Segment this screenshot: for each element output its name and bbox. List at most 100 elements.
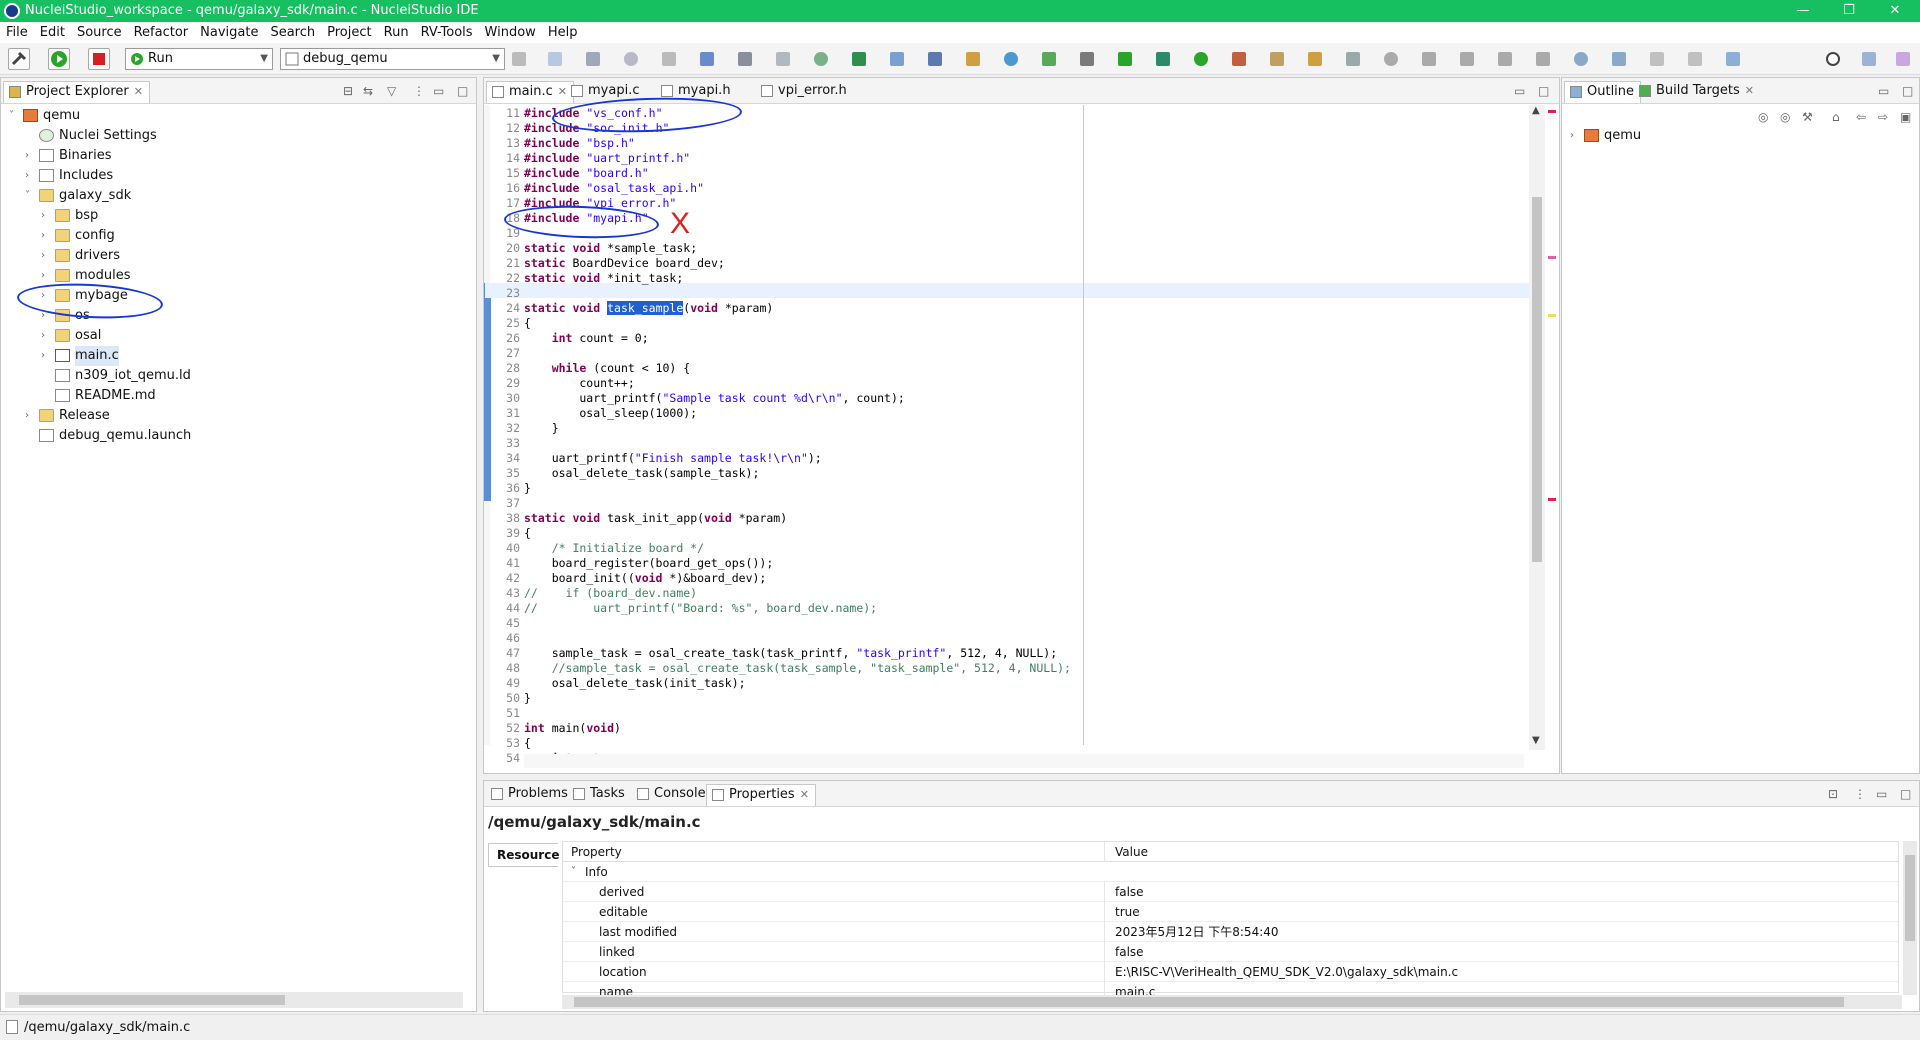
expand-chevron-icon[interactable]: › [41,206,51,226]
chevron-down-icon[interactable]: ▼ [1532,735,1540,746]
expand-chevron-icon[interactable]: › [25,166,35,186]
code-line[interactable]: board_init((void *)&board_dev); [524,571,1071,586]
close-icon[interactable]: ✕ [134,85,143,98]
view-menu-icon[interactable]: ⋮ [1854,787,1866,801]
code-line[interactable] [524,616,1071,631]
home-icon[interactable]: ⌂ [1832,110,1840,124]
code-line[interactable]: static void task_sample(void *param) [524,301,1071,316]
expand-chevron-icon[interactable]: › [25,146,35,166]
pilcrow-icon[interactable] [1460,52,1474,66]
new-file-icon[interactable] [1004,52,1018,66]
debug-icon[interactable] [1080,52,1094,66]
properties-icon[interactable] [738,52,752,66]
menu-item-help[interactable]: Help [542,22,584,40]
minimize-button[interactable]: — [1780,0,1826,22]
open-perspective-icon[interactable] [1862,52,1876,66]
project-filter-icon[interactable]: ▣ [1900,110,1911,124]
new-project-icon[interactable] [928,52,942,66]
code-line[interactable] [524,436,1071,451]
code-line[interactable] [524,496,1071,511]
minimize-view-icon[interactable]: ▭ [1514,84,1525,98]
c-perspective-icon[interactable] [1896,52,1910,66]
launch-config-select[interactable]: debug_qemu ▼ [280,48,505,70]
pin-view-icon[interactable]: ⊡ [1828,787,1838,801]
menu-item-search[interactable]: Search [264,22,321,40]
property-row[interactable]: last modified 2023年5月12日 下午8:54:40 [563,922,1898,942]
maximize-view-icon[interactable]: □ [1902,84,1913,98]
new-icon[interactable] [548,52,562,66]
code-line[interactable]: osal_delete_task(sample_task); [524,466,1071,481]
code-line[interactable]: static void *sample_task; [524,241,1071,256]
tab-vpi-error-h[interactable]: vpi_error.h [756,81,853,103]
maximize-view-icon[interactable]: □ [1538,84,1549,98]
stop-button[interactable] [88,48,110,70]
mark-occurrences-icon[interactable] [1346,52,1360,66]
close-icon[interactable]: ✕ [800,788,809,801]
column-header-property[interactable]: Property [563,842,1105,862]
coverage-icon[interactable] [1156,52,1170,66]
editor-h-scrollbar[interactable] [524,754,1524,768]
prev-edit-icon[interactable] [1574,52,1588,66]
open-type-icon[interactable] [1232,52,1246,66]
expand-chevron-icon[interactable]: ˅ [571,862,576,882]
toggle-icon[interactable] [1422,52,1436,66]
new-class-icon[interactable] [966,52,980,66]
tab-console[interactable]: Console [632,784,712,806]
menu-item-navigate[interactable]: Navigate [194,22,264,40]
code-line[interactable]: int main(void) [524,721,1071,736]
back-arrow-icon[interactable]: ⇦ [1856,110,1866,124]
new-target-icon[interactable]: ◎ [1758,110,1768,124]
code-line[interactable]: while (count < 10) { [524,361,1071,376]
forward-arrow-icon[interactable]: ⇨ [1878,110,1888,124]
code-line[interactable]: static BoardDevice board_dev; [524,256,1071,271]
collapse-chevron-icon[interactable]: ˅ [9,106,19,126]
property-row[interactable]: linked false [563,942,1898,962]
menu-item-source[interactable]: Source [71,22,128,40]
next-annotation-icon[interactable] [1498,52,1512,66]
close-window-button[interactable]: ✕ [1872,0,1918,22]
menu-item-project[interactable]: Project [321,22,377,40]
menu-item-edit[interactable]: Edit [34,22,71,40]
code-line[interactable]: uart_printf("Sample task count %d\r\n", … [524,391,1071,406]
explorer-h-scroll-thumb[interactable] [19,995,285,1005]
properties-v-scroll-thumb[interactable] [1905,855,1915,941]
explorer-h-scrollbar[interactable] [5,992,463,1008]
expand-chevron-icon[interactable]: › [41,346,51,366]
code-line[interactable]: /* Initialize board */ [524,541,1071,556]
forward-arrow-icon[interactable] [1688,52,1702,66]
code-line[interactable]: } [524,481,1071,496]
grid-group-row[interactable]: ˅ Info [563,862,1898,882]
code-line[interactable]: { [524,736,1071,751]
gear-icon[interactable] [512,52,526,66]
overview-occurrence-marker[interactable] [1548,314,1556,317]
code-line[interactable]: { [524,316,1071,331]
maximize-view-icon[interactable]: □ [1900,787,1911,801]
print-icon[interactable] [662,52,676,66]
code-line[interactable]: // uart_printf("Board: %s", board_dev.na… [524,601,1071,616]
open-folder-icon[interactable] [1270,52,1284,66]
code-line[interactable]: uart_printf("Finish sample task!\r\n"); [524,451,1071,466]
code-line[interactable]: //sample_task = osal_create_task(task_sa… [524,661,1071,676]
property-row[interactable]: derived false [563,882,1898,902]
properties-h-scrollbar[interactable] [562,995,1902,1009]
editor-v-scrollbar[interactable]: ▲ ▼ [1529,105,1545,750]
code-line[interactable]: { [524,526,1071,541]
properties-h-scroll-thumb[interactable] [574,997,1844,1007]
tab-outline[interactable]: Outline [1564,81,1642,103]
properties-v-scrollbar[interactable] [1903,841,1917,995]
filter-icon[interactable]: ▽ [387,84,396,98]
menu-item-run[interactable]: Run [378,22,415,40]
code-area[interactable]: #include "vs_conf.h" #include "soc_init.h… [524,106,1071,766]
tab-properties[interactable]: Properties ✕ [706,784,816,806]
next-edit-icon[interactable] [1612,52,1626,66]
maximize-button[interactable]: ❐ [1826,0,1872,22]
build-target-icon[interactable]: ⚒ [1802,110,1813,124]
link-editor-icon[interactable]: ⇆ [363,84,373,98]
run-last-icon[interactable] [1194,52,1208,66]
code-line[interactable]: board_register(board_get_ops()); [524,556,1071,571]
code-line[interactable]: #include "board.h" [524,166,1071,181]
terminal-icon[interactable] [700,52,714,66]
expand-chevron-icon[interactable]: › [25,406,35,426]
code-line[interactable] [524,631,1071,646]
save-icon[interactable] [586,52,600,66]
